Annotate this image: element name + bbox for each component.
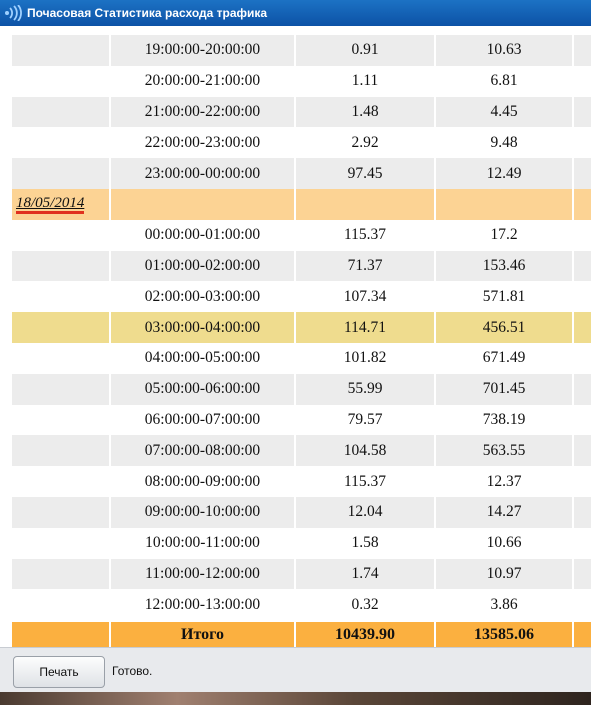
- value1-cell: 97.45: [296, 158, 434, 189]
- table-row[interactable]: 00:00:00-01:00:00 115.37 17.2: [12, 219, 591, 251]
- value1-cell: 55.99: [296, 373, 434, 405]
- totals-row: Итого 10439.90 13585.06: [12, 622, 591, 647]
- hour-cell: 01:00:00-02:00:00: [111, 250, 294, 282]
- value1-cell: 1.74: [296, 558, 434, 590]
- value2-cell: 17.2: [436, 219, 572, 251]
- hour-cell: 21:00:00-22:00:00: [111, 96, 294, 128]
- table-row[interactable]: 20:00:00-21:00:00 1.11 6.81: [12, 65, 591, 97]
- value2-cell: 12.37: [436, 466, 572, 497]
- hour-cell: 08:00:00-09:00:00: [111, 466, 294, 497]
- hour-cell: 10:00:00-11:00:00: [111, 527, 294, 559]
- value1-cell: 0.91: [296, 35, 434, 66]
- date-label: 18/05/2014: [16, 195, 85, 214]
- table-row[interactable]: 19:00:00-20:00:00 0.91 10.63: [12, 35, 591, 66]
- value1-cell: 115.37: [296, 466, 434, 497]
- value1-cell: 0.32: [296, 589, 434, 621]
- value1-cell: 101.82: [296, 342, 434, 374]
- table-row[interactable]: 11:00:00-12:00:00 1.74 10.97: [12, 558, 591, 590]
- hour-cell: 11:00:00-12:00:00: [111, 558, 294, 590]
- date-group-row[interactable]: 18/05/2014: [12, 188, 591, 220]
- value2-cell: 563.55: [436, 435, 572, 467]
- wifi-signal-icon: [5, 5, 22, 21]
- print-button[interactable]: Печать: [13, 656, 105, 688]
- value2-cell: 10.63: [436, 35, 572, 66]
- status-text: Готово.: [112, 664, 153, 678]
- value2-cell: 12.49: [436, 158, 572, 189]
- table-row[interactable]: 07:00:00-08:00:00 104.58 563.55: [12, 435, 591, 467]
- table-row[interactable]: 05:00:00-06:00:00 55.99 701.45: [12, 373, 591, 405]
- totals-label: Итого: [111, 622, 294, 647]
- table-row[interactable]: 08:00:00-09:00:00 115.37 12.37: [12, 466, 591, 497]
- table-row[interactable]: 09:00:00-10:00:00 12.04 14.27: [12, 496, 591, 528]
- window-title: Почасовая Статистика расхода трафика: [27, 6, 268, 20]
- table-row[interactable]: 23:00:00-00:00:00 97.45 12.49: [12, 158, 591, 189]
- table-row[interactable]: 22:00:00-23:00:00 2.92 9.48: [12, 127, 591, 159]
- hour-cell: 02:00:00-03:00:00: [111, 281, 294, 313]
- hour-cell: 23:00:00-00:00:00: [111, 158, 294, 189]
- value2-cell: 738.19: [436, 404, 572, 436]
- hour-cell: 07:00:00-08:00:00: [111, 435, 294, 467]
- hour-cell: 03:00:00-04:00:00: [111, 312, 294, 343]
- value1-cell: 2.92: [296, 127, 434, 159]
- hour-cell: 05:00:00-06:00:00: [111, 373, 294, 405]
- total-value2: 13585.06: [436, 622, 572, 647]
- value2-cell: 9.48: [436, 127, 572, 159]
- value2-cell: 3.86: [436, 589, 572, 621]
- value2-cell: 701.45: [436, 373, 572, 405]
- value1-cell: 71.37: [296, 250, 434, 282]
- table-row[interactable]: 10:00:00-11:00:00 1.58 10.66: [12, 527, 591, 559]
- value2-cell: 671.49: [436, 342, 572, 374]
- hour-cell: 09:00:00-10:00:00: [111, 496, 294, 528]
- desktop-background: [0, 692, 591, 705]
- value1-cell: 79.57: [296, 404, 434, 436]
- hour-cell: 20:00:00-21:00:00: [111, 65, 294, 97]
- value1-cell: 114.71: [296, 312, 434, 343]
- table-row[interactable]: 04:00:00-05:00:00 101.82 671.49: [12, 342, 591, 374]
- table-row[interactable]: 01:00:00-02:00:00 71.37 153.46: [12, 250, 591, 282]
- value1-cell: 1.48: [296, 96, 434, 128]
- footer-bar: Печать Готово.: [0, 647, 591, 692]
- table-row-selected[interactable]: 03:00:00-04:00:00 114.71 456.51: [12, 312, 591, 343]
- hour-cell: 19:00:00-20:00:00: [111, 35, 294, 66]
- hour-cell: 00:00:00-01:00:00: [111, 219, 294, 251]
- table-row[interactable]: 21:00:00-22:00:00 1.48 4.45: [12, 96, 591, 128]
- total-value1: 10439.90: [296, 622, 434, 647]
- hour-cell: 22:00:00-23:00:00: [111, 127, 294, 159]
- value2-cell: 6.81: [436, 65, 572, 97]
- table-row[interactable]: 12:00:00-13:00:00 0.32 3.86: [12, 589, 591, 621]
- table-row[interactable]: 02:00:00-03:00:00 107.34 571.81: [12, 281, 591, 313]
- value2-cell: 153.46: [436, 250, 572, 282]
- traffic-stats-window: Почасовая Статистика расхода трафика 19:…: [0, 0, 591, 692]
- value2-cell: 14.27: [436, 496, 572, 528]
- value1-cell: 12.04: [296, 496, 434, 528]
- title-bar[interactable]: Почасовая Статистика расхода трафика: [0, 0, 591, 26]
- hour-cell: 04:00:00-05:00:00: [111, 342, 294, 374]
- value1-cell: 1.11: [296, 65, 434, 97]
- value2-cell: 4.45: [436, 96, 572, 128]
- hour-cell: 06:00:00-07:00:00: [111, 404, 294, 436]
- value1-cell: 1.58: [296, 527, 434, 559]
- table-row[interactable]: 06:00:00-07:00:00 79.57 738.19: [12, 404, 591, 436]
- value2-cell: 456.51: [436, 312, 572, 343]
- hourly-traffic-table[interactable]: 19:00:00-20:00:00 0.91 10.63 20:00:00-21…: [12, 35, 591, 647]
- value2-cell: 10.66: [436, 527, 572, 559]
- value2-cell: 571.81: [436, 281, 572, 313]
- value1-cell: 107.34: [296, 281, 434, 313]
- value2-cell: 10.97: [436, 558, 572, 590]
- value1-cell: 104.58: [296, 435, 434, 467]
- value1-cell: 115.37: [296, 219, 434, 251]
- hour-cell: 12:00:00-13:00:00: [111, 589, 294, 621]
